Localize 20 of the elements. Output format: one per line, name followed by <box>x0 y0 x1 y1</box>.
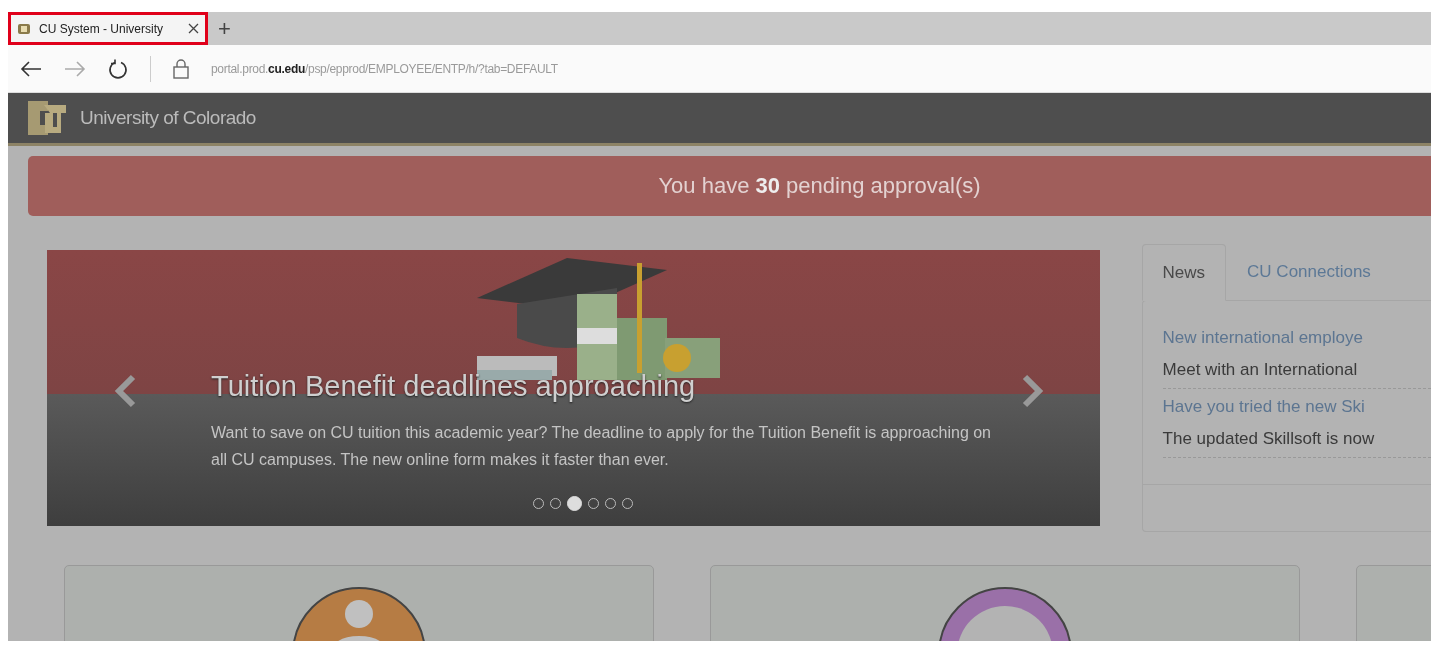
news-headline-link[interactable]: Have you tried the new Ski <box>1162 397 1431 417</box>
shield-icon <box>17 21 31 36</box>
pending-approvals-text[interactable]: You have 30 pending approval(s) <box>658 173 981 199</box>
news-headline-link[interactable]: New international employe <box>1162 328 1431 348</box>
site-title: University of Colorado <box>80 107 256 129</box>
slide-description: Want to save on CU tuition this academic year? The deadline to apply for the Tuition Benefit is approaching on all CU campuses. The new online form makes it faster than ever. <box>211 423 992 470</box>
back-arrow-icon[interactable] <box>20 59 42 78</box>
new-tab-button[interactable]: + <box>208 12 241 45</box>
browser-tab[interactable]: CU System - University <box>11 15 205 42</box>
address-field[interactable]: portal.prod.cu.edu/psp/epprod/EMPLOYEE/ENTP/h/?tab=DEFAULT <box>211 61 558 76</box>
panel-tab[interactable]: News <box>1141 244 1227 301</box>
slide-indicator[interactable] <box>567 496 582 511</box>
tab-title: CU System - University <box>39 21 164 36</box>
padlock-icon <box>173 58 189 79</box>
close-icon[interactable] <box>188 23 199 34</box>
news-summary: The updated Skillsoft is now <box>1162 429 1376 449</box>
panel-tab[interactable]: CU Connections <box>1226 243 1392 300</box>
refresh-icon[interactable] <box>108 58 128 79</box>
news-summary: Meet with an International <box>1162 360 1359 380</box>
slide-title: Tuition Benefit deadlines approaching <box>211 370 697 403</box>
